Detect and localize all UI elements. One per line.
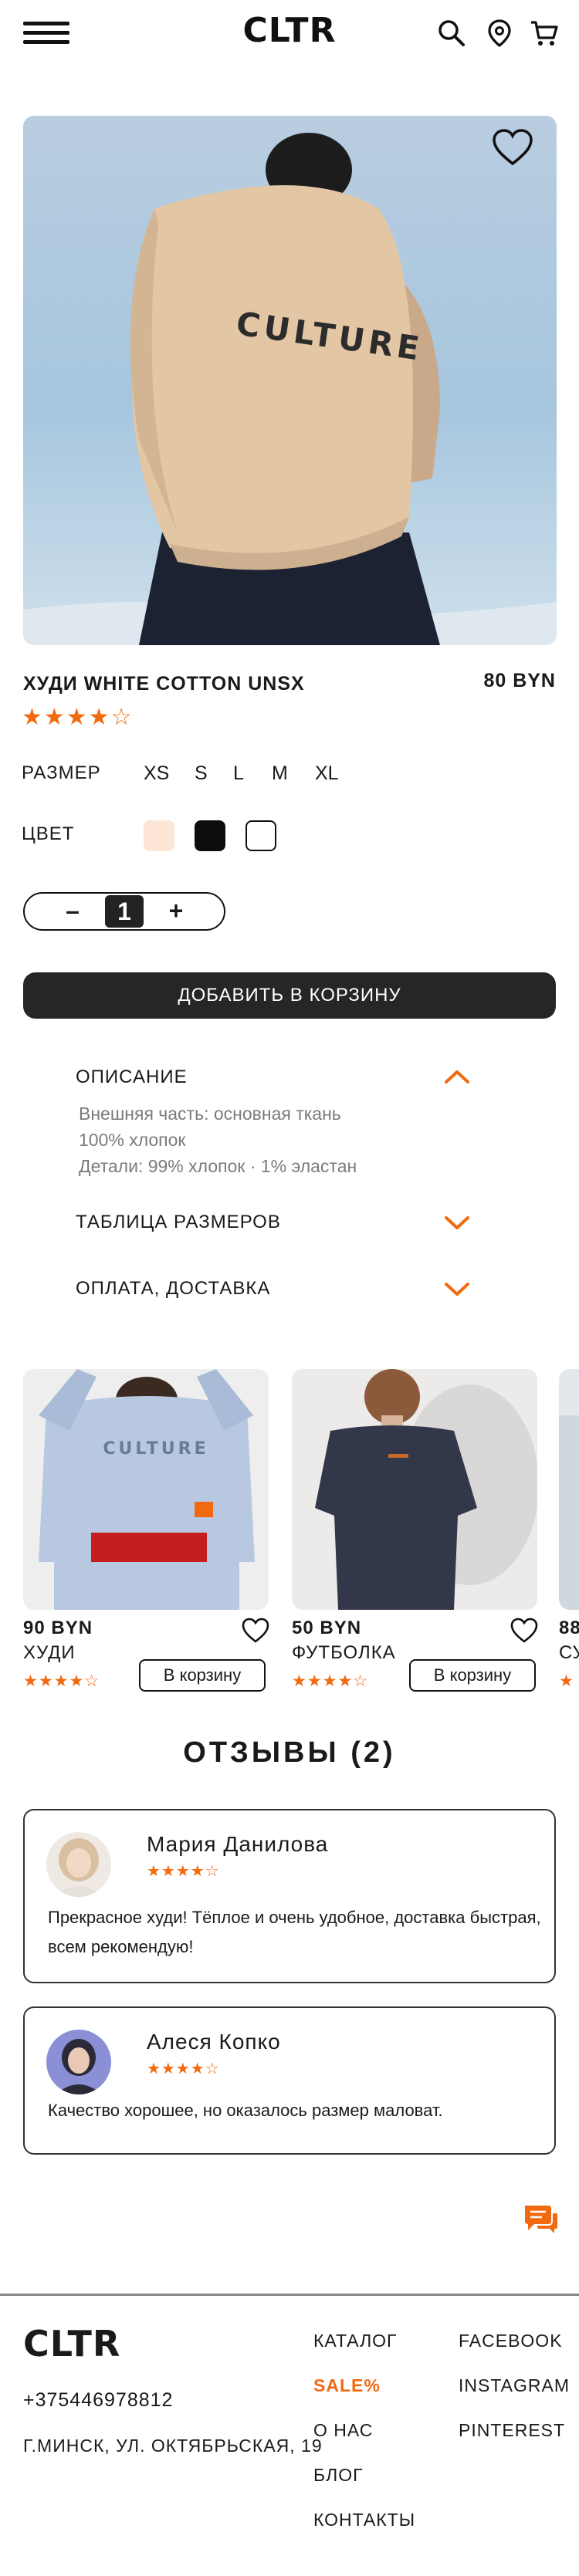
size-option-l[interactable]: L [233, 762, 244, 785]
reviews-heading: ОТЗЫВЫ (2) [183, 1736, 396, 1769]
related-product-price: 50 BYN [292, 1618, 362, 1638]
related-product-rating: ★★★★☆ [23, 1672, 100, 1690]
chat-icon[interactable] [522, 2202, 559, 2236]
related-product-price: 88 [559, 1618, 579, 1638]
review-card: Мария Данилова ★★★★☆ Прекрасное худи! Тё… [23, 1809, 556, 1983]
related-product-name: СУ [559, 1642, 579, 1663]
size-label: РАЗМЕР [22, 762, 101, 783]
footer-link-pinterest[interactable]: PINTEREST [459, 2420, 565, 2441]
description-line: Детали: 99% хлопок · 1% эластан [79, 1156, 357, 1176]
footer-divider [0, 2294, 579, 2296]
size-option-m[interactable]: M [272, 762, 288, 785]
related-product-name: ХУДИ [23, 1642, 76, 1663]
location-icon[interactable] [485, 19, 514, 48]
chevron-down-icon[interactable] [443, 1215, 471, 1232]
description-line: 100% хлопок [79, 1130, 186, 1150]
favorite-icon[interactable] [241, 1618, 270, 1644]
related-product-name: ФУТБОЛКА [292, 1642, 396, 1663]
related-product-price: 90 BYN [23, 1618, 93, 1638]
chevron-up-icon[interactable] [443, 1068, 471, 1085]
quantity-increase-button[interactable]: + [161, 897, 191, 926]
accordion-size-table[interactable]: ТАБЛИЦА РАЗМЕРОВ [76, 1212, 281, 1233]
product-image[interactable]: CULTURE [23, 116, 557, 645]
search-icon[interactable] [437, 19, 466, 48]
review-text: Качество хорошее, но оказалось размер ма… [48, 2101, 443, 2120]
add-to-cart-button[interactable]: ДОБАВИТЬ В КОРЗИНУ [23, 972, 556, 1019]
reviewer-name: Алеся Копко [147, 2030, 281, 2054]
review-text: Прекрасное худи! Тёплое и очень удобное,… [48, 1908, 541, 1956]
accordion-description[interactable]: ОПИСАНИЕ [76, 1067, 188, 1088]
quantity-stepper: – 1 + [23, 892, 225, 931]
footer-link-instagram[interactable]: INSTAGRAM [459, 2375, 570, 2396]
footer-link-catalog[interactable]: КАТАЛОГ [313, 2331, 398, 2351]
color-swatch-white[interactable] [245, 820, 276, 851]
footer-phone[interactable]: +375446978812 [23, 2389, 173, 2412]
site-header: CLTR [0, 0, 579, 65]
footer-logo[interactable]: CLTR [23, 2323, 120, 2365]
description-line: Внешняя часть: основная ткань [79, 1104, 341, 1124]
review-card: Алеся Копко ★★★★☆ Качество хорошее, но о… [23, 2006, 556, 2155]
footer-address: Г.МИНСК, УЛ. ОКТЯБРЬСКАЯ, 19 [23, 2436, 323, 2456]
color-label: ЦВЕТ [22, 823, 75, 844]
quantity-decrease-button[interactable]: – [57, 897, 88, 926]
add-to-cart-button[interactable]: В корзину [409, 1659, 536, 1692]
footer-link-blog[interactable]: БЛОГ [313, 2465, 364, 2486]
footer-link-about[interactable]: О НАС [313, 2420, 373, 2441]
size-option-s[interactable]: S [195, 762, 208, 785]
related-product-image[interactable] [559, 1369, 579, 1610]
review-rating: ★★★★☆ [147, 1863, 220, 1880]
color-swatch-black[interactable] [195, 820, 225, 851]
favorite-icon[interactable] [491, 128, 534, 168]
color-swatch-beige[interactable] [144, 820, 174, 851]
avatar [46, 1832, 111, 1897]
related-product-image[interactable] [292, 1369, 537, 1610]
related-product-print: CULTURE [103, 1439, 208, 1459]
accordion-payment-delivery[interactable]: ОПЛАТА, ДОСТАВКА [76, 1278, 270, 1300]
reviewer-name: Мария Данилова [147, 1832, 329, 1856]
related-product-rating: ★★★★☆ [292, 1672, 369, 1690]
size-option-xl[interactable]: XL [315, 762, 339, 785]
size-option-xs[interactable]: XS [144, 762, 169, 785]
related-product-rating: ★ [559, 1672, 574, 1690]
favorite-icon[interactable] [510, 1618, 539, 1644]
related-product-image[interactable]: CULTURE [23, 1369, 269, 1610]
quantity-value[interactable]: 1 [105, 895, 144, 928]
footer-link-contacts[interactable]: КОНТАКТЫ [313, 2510, 415, 2530]
product-title: ХУДИ WHITE COTTON UNSX [23, 673, 305, 695]
chevron-down-icon[interactable] [443, 1281, 471, 1298]
product-rating: ★★★★☆ [22, 705, 134, 730]
cart-icon[interactable] [530, 19, 559, 48]
avatar [46, 2030, 111, 2094]
product-price: 80 BYN [483, 670, 556, 691]
add-to-cart-button[interactable]: В корзину [139, 1659, 266, 1692]
review-rating: ★★★★☆ [147, 2060, 220, 2077]
footer-link-facebook[interactable]: FACEBOOK [459, 2331, 563, 2351]
footer-link-sale[interactable]: SALE% [313, 2375, 381, 2396]
